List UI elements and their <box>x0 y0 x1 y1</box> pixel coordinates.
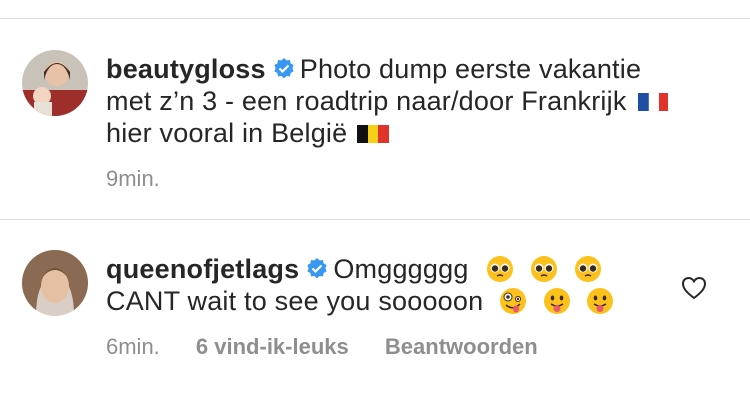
comment-meta: 6min. 6 vind-ik-leuks Beantwoorden <box>106 334 568 360</box>
comment-line-1: Photo dump eerste vakantie <box>299 54 642 84</box>
top-divider <box>0 18 750 19</box>
verified-badge-icon <box>307 258 327 279</box>
reply-button[interactable]: Beantwoorden <box>385 334 538 359</box>
comment-line-1: Omgggggg <box>333 254 469 284</box>
tongue-face-icon <box>543 288 570 314</box>
username[interactable]: queenofjetlags <box>106 254 299 284</box>
verified-badge-icon <box>274 58 294 79</box>
comment-line-2: met z’n 3 - een roadtrip naar/door Frank… <box>106 86 627 116</box>
avatar-queenofjetlags[interactable] <box>22 250 88 316</box>
comment-text: queenofjetlags Omgggggg CANT wait to see … <box>106 253 706 317</box>
timestamp: 9min. <box>106 166 160 191</box>
comment-line-2: CANT wait to see you sooooon <box>106 286 484 316</box>
tongue-face-icon <box>587 288 614 314</box>
comment-meta: 9min. <box>106 166 190 192</box>
comment-divider <box>0 219 750 220</box>
pleading-face-icon <box>574 256 601 282</box>
heart-outline-icon[interactable] <box>680 274 708 302</box>
avatar-beautygloss[interactable] <box>22 50 88 116</box>
username[interactable]: beautygloss <box>106 54 266 84</box>
pleading-face-icon <box>530 256 557 282</box>
france-flag-icon <box>638 92 669 112</box>
pleading-face-icon <box>487 256 514 282</box>
likes-count-link[interactable]: 6 vind-ik-leuks <box>196 334 349 359</box>
belgium-flag-icon <box>357 125 390 143</box>
timestamp: 6min. <box>106 334 160 359</box>
zany-face-icon <box>500 288 527 314</box>
comment-text: beautygloss Photo dump eerste vakantie me… <box>106 53 706 149</box>
comment-line-3: hier vooral in België <box>106 118 348 148</box>
